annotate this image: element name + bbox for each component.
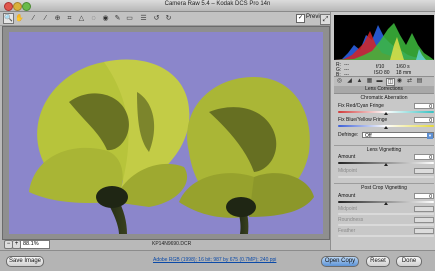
zoom-bar: − + 88.1% KP14N9690.DCR [2, 239, 330, 249]
tab-detail-icon[interactable]: ▲ [356, 78, 363, 84]
photo-preview [9, 32, 323, 234]
graduated-filter-icon[interactable]: ▭ [125, 14, 134, 23]
straighten-icon[interactable]: △ [77, 14, 86, 23]
lens-vig-amount-thumb[interactable] [384, 163, 388, 166]
reset-button[interactable]: Reset [366, 256, 390, 267]
lens-vig-midpoint-slider[interactable] [338, 176, 434, 178]
defringe-select[interactable]: Off ▼ [362, 132, 434, 139]
fix-red-cyan-thumb[interactable] [384, 112, 388, 115]
color-sampler-icon[interactable]: ⁄ [41, 14, 50, 23]
post-crop-midpoint-label: Midpoint [338, 206, 357, 212]
fix-blue-yellow-label: Fix Blue/Yellow Fringe [338, 117, 388, 123]
tab-camera-calibration-icon[interactable]: ◉ [396, 78, 403, 84]
post-crop-midpoint-value[interactable] [414, 206, 434, 212]
lens-vig-midpoint-value[interactable] [414, 168, 434, 174]
histogram [334, 15, 434, 60]
open-copy-button[interactable]: Open Copy [321, 256, 359, 267]
post-crop-roundness-value[interactable] [414, 217, 434, 223]
bottom-bar: Save Image Adobe RGB (1998); 16 bit; 987… [0, 250, 435, 271]
preferences-icon[interactable]: ☰ [139, 14, 148, 23]
image-canvas[interactable] [2, 26, 330, 240]
lens-vig-amount-label: Amount [338, 154, 356, 160]
hand-icon[interactable]: ✋ [15, 14, 24, 23]
panel-title: Lens Corrections [334, 86, 434, 94]
window-title: Camera Raw 5.4 – Kodak DCS Pro 14n [164, 1, 271, 7]
zoom-level-select[interactable]: 88.1% [20, 240, 50, 249]
fix-blue-yellow-thumb[interactable] [384, 126, 388, 129]
tab-lens-corrections-icon[interactable]: ◫ [386, 78, 395, 86]
lens-vignetting-header: Lens Vignetting [334, 145, 434, 153]
post-crop-roundness-slider[interactable] [338, 224, 434, 226]
fix-red-cyan-label: Fix Red/Cyan Fringe [338, 103, 384, 109]
tab-hsl-icon[interactable]: ▦ [366, 78, 373, 84]
title-bar: Camera Raw 5.4 – Kodak DCS Pro 14n [0, 0, 435, 12]
chromatic-aberration-header: Chromatic Aberration [360, 95, 408, 101]
tab-split-toning-icon[interactable]: ▬ [376, 78, 383, 84]
done-button[interactable]: Done [396, 256, 422, 267]
poppy-photo [29, 59, 314, 234]
file-name: KP14N9690.DCR [152, 241, 192, 247]
post-crop-midpoint-slider[interactable] [338, 213, 434, 215]
post-crop-amount-label: Amount [338, 193, 356, 199]
post-crop-feather-slider[interactable] [338, 235, 434, 237]
save-image-button[interactable]: Save Image [6, 256, 44, 267]
post-crop-amount-thumb[interactable] [384, 202, 388, 205]
lens-vig-amount-value[interactable]: 0 [414, 154, 434, 161]
defringe-select-value: Off [365, 133, 372, 139]
post-crop-amount-value[interactable]: 0 [414, 193, 434, 200]
chevron-down-icon: ▼ [427, 133, 433, 139]
tab-presets-icon[interactable]: ⇄ [406, 78, 413, 84]
post-crop-feather-label: Feather [338, 228, 356, 234]
red-eye-icon[interactable]: ◉ [101, 14, 110, 23]
crop-icon[interactable]: ⌗ [65, 14, 74, 23]
histogram-graph [334, 23, 434, 60]
post-crop-vignetting-header: Post Crop Vignetting [334, 183, 434, 191]
rotate-cw-icon[interactable]: ↻ [164, 14, 173, 23]
zoom-icon[interactable]: 🔍 [3, 13, 14, 24]
lens-vig-midpoint-label: Midpoint [338, 168, 357, 174]
tab-tone-curve-icon[interactable]: ◢ [346, 78, 353, 84]
rotate-ccw-icon[interactable]: ↺ [152, 14, 161, 23]
right-panel: R: --- G: --- B: --- f/10 1/60 s ISO 80 … [330, 12, 435, 250]
workflow-options-link[interactable]: Adobe RGB (1998); 16 bit; 987 by 675 (0.… [153, 257, 276, 263]
post-crop-roundness-label: Roundness [338, 217, 364, 223]
post-crop-feather-value[interactable] [414, 228, 434, 234]
camera-info: R: --- G: --- B: --- f/10 1/60 s ISO 80 … [334, 62, 434, 78]
defringe-label: Defringe: [338, 132, 359, 138]
adjustment-brush-icon[interactable]: ✎ [113, 14, 122, 23]
spot-removal-icon[interactable]: ◌ [89, 14, 98, 23]
white-balance-icon[interactable]: ⁄ [29, 14, 38, 23]
preview-checkbox[interactable]: ✓ [296, 14, 305, 23]
tab-basic-icon[interactable]: ◎ [336, 78, 343, 84]
fix-blue-yellow-value[interactable]: 0 [414, 117, 434, 124]
target-adjust-icon[interactable]: ⊕ [53, 14, 62, 23]
fix-red-cyan-value[interactable]: 0 [414, 103, 434, 110]
tab-snapshots-icon[interactable]: ▤ [416, 78, 423, 84]
